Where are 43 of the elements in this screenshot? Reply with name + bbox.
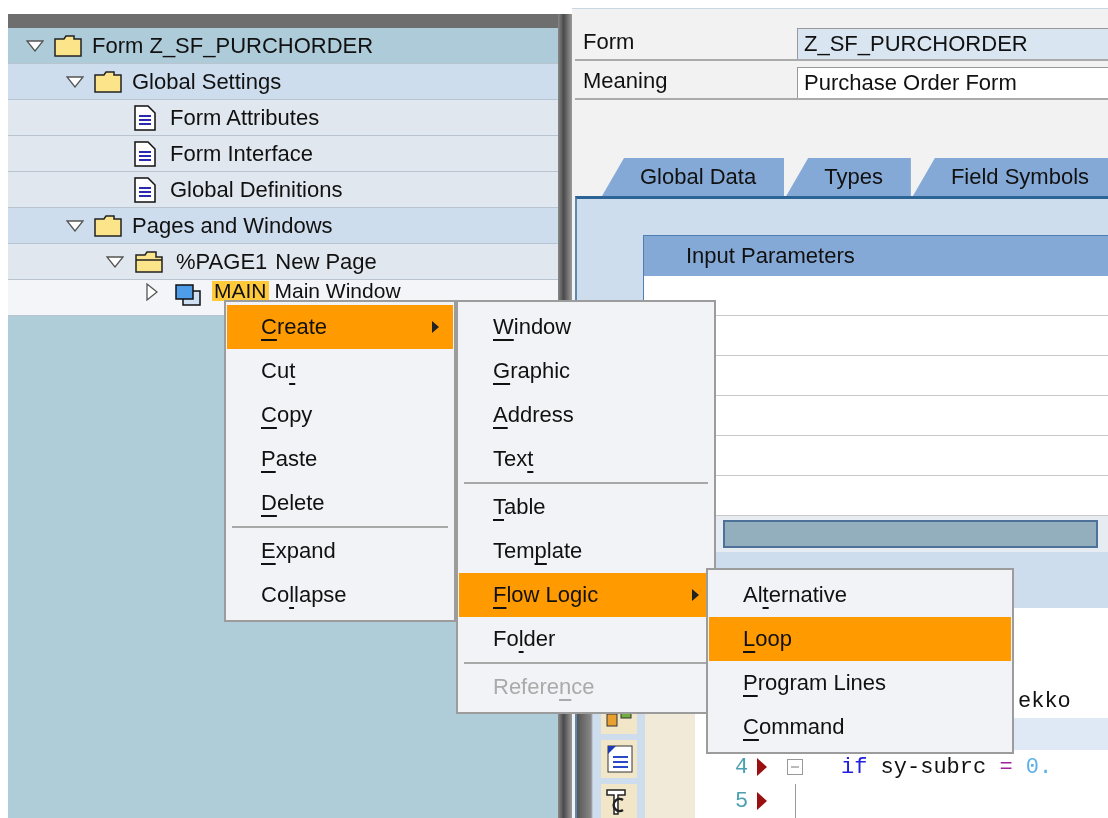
field-label: Form	[582, 28, 636, 56]
node-label: Main Window	[274, 281, 401, 301]
menu-item[interactable]: Command	[709, 705, 1011, 749]
menu-item[interactable]: Paste	[227, 437, 453, 481]
menu-item[interactable]: Expand	[227, 529, 453, 573]
input-field[interactable]: Purchase Order Form	[797, 67, 1108, 98]
node-label: Global Settings	[132, 68, 282, 95]
node-code: MAIN	[212, 281, 269, 301]
line-number: 4	[735, 754, 749, 780]
node-label: Form Z_SF_PURCHORDER	[92, 32, 374, 59]
menu-item[interactable]: Cut	[227, 349, 453, 393]
node-label: Form Attributes	[170, 104, 320, 131]
node-label: Form Interface	[170, 140, 314, 167]
menu-item[interactable]: Graphic	[459, 349, 713, 393]
tab[interactable]: Field Symbols	[912, 158, 1108, 196]
node-label: Pages and Windows	[132, 212, 333, 239]
menu-item[interactable]: Collapse	[227, 573, 453, 617]
tab[interactable]: Types	[786, 158, 911, 196]
menu-item[interactable]: Loop	[709, 617, 1011, 661]
code-text: if sy-subrc = 0.	[841, 754, 1053, 780]
tree-node[interactable]: Global Definitions	[8, 172, 558, 208]
line-number: 5	[735, 788, 749, 814]
node-label: New Page	[275, 248, 377, 275]
node-code: %PAGE1	[175, 248, 269, 275]
tree-node[interactable]: Global Settings	[8, 64, 558, 100]
menu-item[interactable]: Copy	[227, 393, 453, 437]
tree-node[interactable]: Form Interface	[8, 136, 558, 172]
menu-item[interactable]: Address	[459, 393, 713, 437]
table-header: Input Parameters	[644, 235, 1108, 276]
menu-item[interactable]: Delete	[227, 481, 453, 525]
code-text: ekko	[1018, 688, 1071, 714]
menu-item[interactable]: Template	[459, 529, 713, 573]
input-field[interactable]: Z_SF_PURCHORDER	[797, 28, 1108, 59]
menu-item[interactable]: Create	[227, 305, 453, 349]
tab[interactable]: Global Data	[602, 158, 785, 196]
field-label: Meaning	[582, 67, 669, 95]
tree-node[interactable]: Form Attributes	[8, 100, 558, 136]
menu-item[interactable]: Table	[459, 485, 713, 529]
node-label: Global Definitions	[170, 176, 343, 203]
tree-node[interactable]: %PAGE1 New Page	[8, 244, 558, 280]
tree-node[interactable]: Pages and Windows	[8, 208, 558, 244]
menu-item[interactable]: Program Lines	[709, 661, 1011, 705]
menu-item[interactable]: Text	[459, 437, 713, 481]
